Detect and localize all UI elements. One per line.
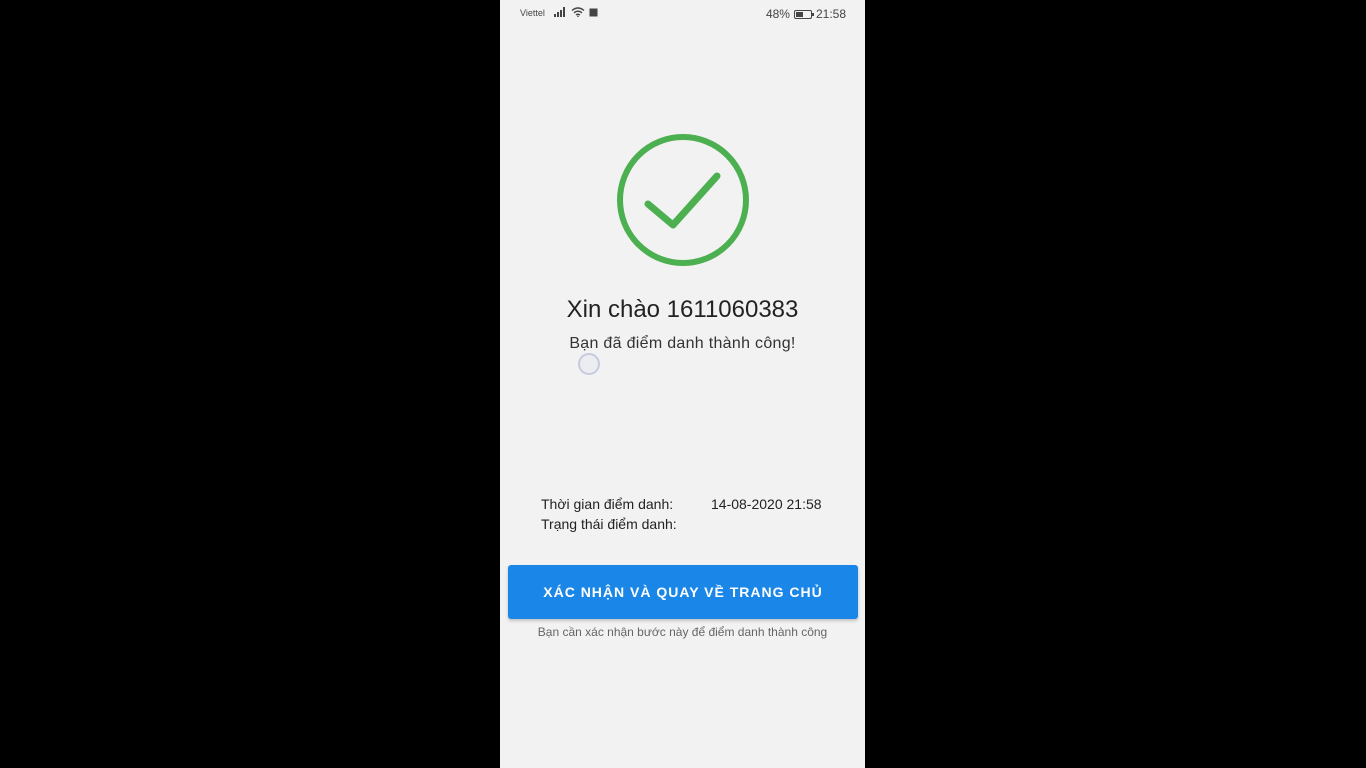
status-time: 21:58 bbox=[815, 7, 846, 21]
checkin-time-value: 14-08-2020 21:58 bbox=[711, 496, 822, 512]
notification-square-icon bbox=[589, 8, 598, 16]
checkin-time-label: Thời gian điểm danh: bbox=[541, 496, 674, 512]
wifi-icon bbox=[571, 7, 585, 17]
phone-screen: Viettel 48% 21:58 Xin chào 1611060383 Bạ… bbox=[500, 0, 865, 768]
signal-icon bbox=[554, 7, 565, 17]
status-icons bbox=[554, 7, 598, 17]
battery-percent: 48% bbox=[765, 7, 790, 21]
success-message: Bạn đã điểm danh thành công! bbox=[569, 335, 796, 352]
check-circle-icon bbox=[617, 134, 749, 266]
status-right: 48% 21:58 bbox=[766, 7, 846, 21]
battery-icon bbox=[793, 9, 814, 19]
confirm-hint: Bạn cần xác nhận bước này để điểm danh t… bbox=[537, 625, 828, 639]
greeting-title: Xin chào 1611060383 bbox=[566, 296, 799, 323]
checkin-status-label: Trạng thái điểm danh: bbox=[541, 516, 677, 532]
status-bar: Viettel 48% 21:58 bbox=[500, 0, 865, 28]
carrier-name: Viettel bbox=[520, 8, 545, 18]
touch-indicator bbox=[578, 353, 600, 375]
confirm-return-home-button[interactable]: XÁC NHẬN VÀ QUAY VỀ TRANG CHỦ bbox=[508, 565, 858, 619]
